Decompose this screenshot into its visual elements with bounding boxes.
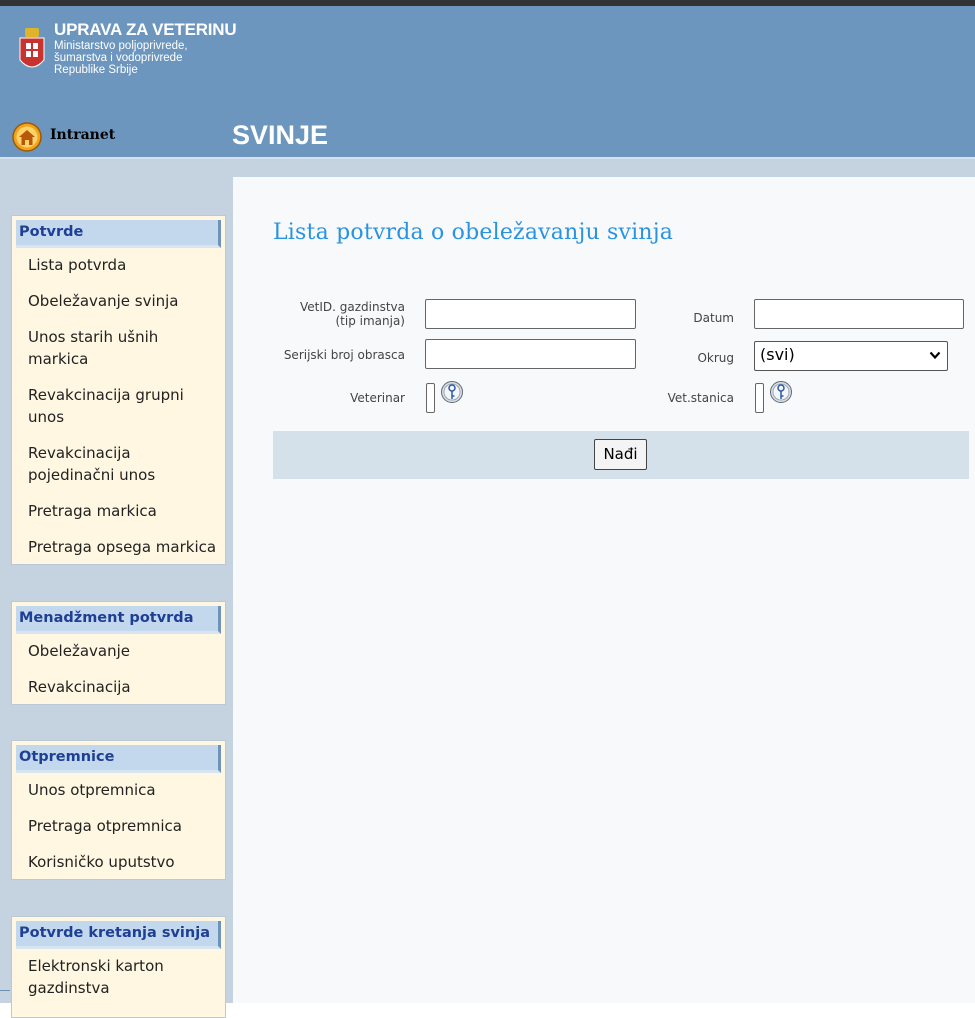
- veterinar-label: Veterinar: [350, 391, 405, 405]
- org-subtitle-line: šumarstva i vodoprivrede: [54, 52, 183, 64]
- menu-group-otpremnice: Otpremnice Unos otpremnica Pretraga otpr…: [11, 740, 226, 880]
- lookup-key-icon[interactable]: [770, 380, 792, 404]
- sidebar-item-pretraga-otpremnica[interactable]: Pretraga otpremnica: [12, 815, 225, 837]
- menu-group-title: Potvrde kretanja svinja: [16, 921, 221, 949]
- sidebar-item-obelezavanje-svinja[interactable]: Obeležavanje svinja: [12, 290, 225, 312]
- serijski-label: Serijski broj obrasca: [283, 348, 405, 362]
- home-icon[interactable]: [12, 122, 42, 152]
- section-title: SVINJE: [232, 120, 329, 150]
- datum-input[interactable]: [754, 299, 964, 329]
- corner-divider: [0, 990, 10, 991]
- vetid-label: VetID. gazdinstva (tip imanja): [273, 300, 405, 328]
- sidebar-item-korisnicko-uputstvo[interactable]: Korisničko uputstvo: [12, 851, 225, 873]
- org-subtitle-line: Ministarstvo poljoprivrede,: [54, 40, 188, 52]
- sidebar-item-unos-otpremnica[interactable]: Unos otpremnica: [12, 779, 225, 801]
- sidebar-item-revakcinacija-pojedinacni[interactable]: Revakcinacija pojedinačni unos: [12, 442, 225, 486]
- org-subtitle-line: Republike Srbije: [54, 64, 138, 76]
- coat-of-arms-icon: [19, 28, 45, 68]
- vetid-label-line: VetID. gazdinstva: [299, 300, 405, 314]
- page-title: Lista potvrda o obeležavanju svinja: [273, 220, 674, 245]
- chevron-down-icon: [929, 351, 941, 360]
- vetstanica-input[interactable]: [755, 383, 764, 413]
- vetid-label-line: (tip imanja): [335, 314, 405, 328]
- org-name: UPRAVA ZA VETERINU: [54, 20, 237, 39]
- menu-group-title: Menadžment potvrda: [16, 606, 221, 634]
- okrug-select[interactable]: (svi): [754, 341, 948, 371]
- sidebar-item-obelezavanje[interactable]: Obeležavanje: [12, 640, 225, 662]
- menu-group-potvrde: Potvrde Lista potvrda Obeležavanje svinj…: [11, 215, 226, 565]
- sidebar-item-pretraga-markica[interactable]: Pretraga markica: [12, 500, 225, 522]
- menu-group-menadzment: Menadžment potvrda Obeležavanje Revakcin…: [11, 601, 226, 705]
- sidebar-item-revakcinacija[interactable]: Revakcinacija: [12, 676, 225, 698]
- okrug-selected-value: (svi): [760, 345, 795, 364]
- sidebar-item-elektronski-karton[interactable]: Elektronski karton gazdinstva: [12, 955, 225, 999]
- sidebar-item-lista-potvrda[interactable]: Lista potvrda: [12, 254, 225, 276]
- vetid-input[interactable]: [425, 299, 636, 329]
- lookup-key-icon[interactable]: [441, 380, 463, 404]
- serijski-input[interactable]: [425, 339, 636, 369]
- menu-group-title: Potvrde: [16, 220, 221, 248]
- datum-label: Datum: [693, 311, 734, 325]
- sidebar-item-revakcinacija-grupni[interactable]: Revakcinacija grupni unos: [12, 384, 225, 428]
- intranet-link[interactable]: Intranet: [50, 127, 115, 143]
- sidebar-item-unos-starih-usnih-markica[interactable]: Unos starih ušnih markica: [12, 326, 225, 370]
- page-header: UPRAVA ZA VETERINU Ministarstvo poljopri…: [0, 6, 975, 159]
- find-button[interactable]: Nađi: [594, 439, 647, 470]
- menu-group-title: Otpremnice: [16, 745, 221, 773]
- vetstanica-label: Vet.stanica: [667, 391, 734, 405]
- sidebar-item-pretraga-opsega-markica[interactable]: Pretraga opsega markica: [12, 536, 225, 558]
- org-subtitle: Ministarstvo poljoprivrede, šumarstva i …: [54, 40, 188, 76]
- veterinar-input[interactable]: [426, 383, 435, 413]
- okrug-label: Okrug: [697, 351, 734, 365]
